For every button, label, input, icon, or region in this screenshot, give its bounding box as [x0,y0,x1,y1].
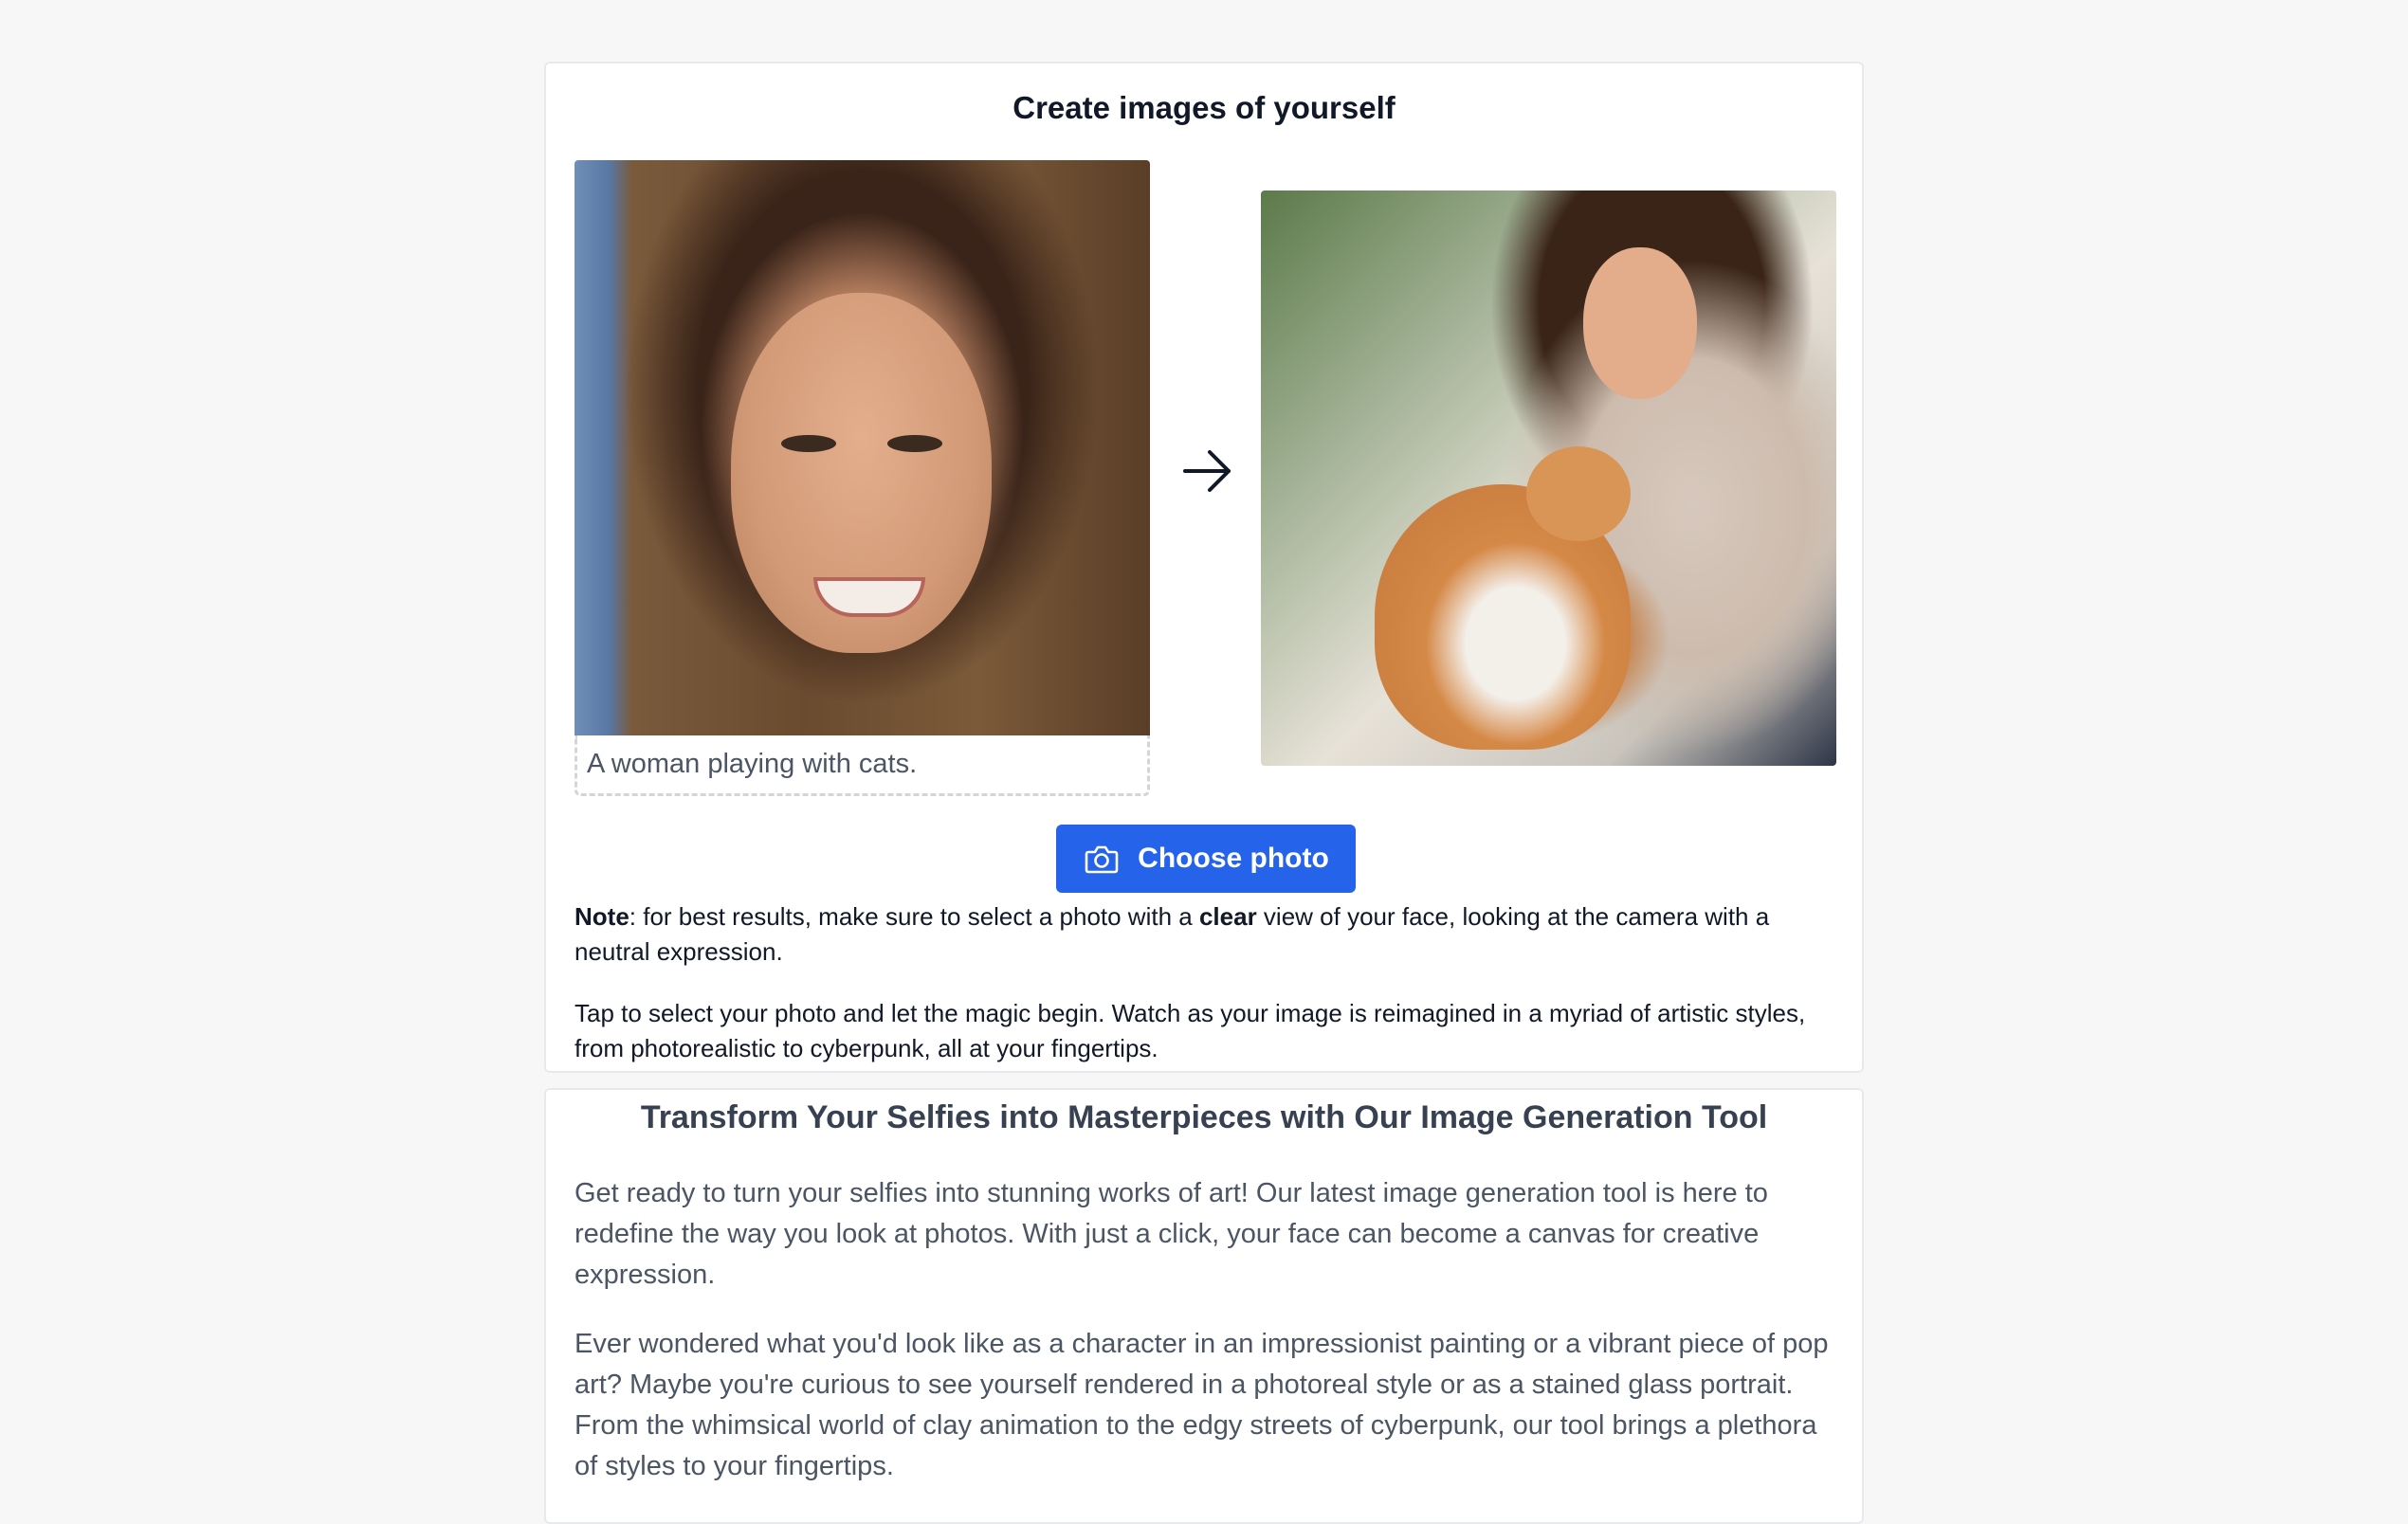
article-paragraph-1: Get ready to turn your selfies into stun… [575,1178,1768,1290]
note-emphasis: clear [1198,902,1257,931]
arrow-right-icon [1183,450,1231,492]
page-title: Create images of yourself [1012,90,1396,125]
note-text: Note: for best results, make sure to sel… [575,899,1840,970]
article-title: Transform Your Selfies into Masterpieces… [640,1099,1768,1135]
article-paragraph-2: Ever wondered what you'd look like as a … [575,1329,1829,1481]
prompt-caption: A woman playing with cats. [575,735,1150,796]
choose-photo-button[interactable]: Choose photo [1056,825,1356,893]
tap-instructions: Tap to select your photo and let the mag… [575,999,1806,1062]
right-eye-shape [887,435,942,452]
article-card: Transform Your Selfies into Masterpieces… [544,1088,1864,1524]
note-text-part-1: : for best results, make sure to select … [629,902,1199,931]
choose-photo-label: Choose photo [1138,843,1329,874]
cat-head-shape [1526,446,1631,541]
note-label: Note [575,902,629,931]
result-photo [1261,190,1836,766]
camera-icon [1085,845,1119,874]
hero-card: Create images of yourself A woman playin… [544,62,1864,1073]
result-face-shape [1583,247,1697,399]
left-eye-shape [781,435,836,452]
source-photo [575,160,1150,735]
